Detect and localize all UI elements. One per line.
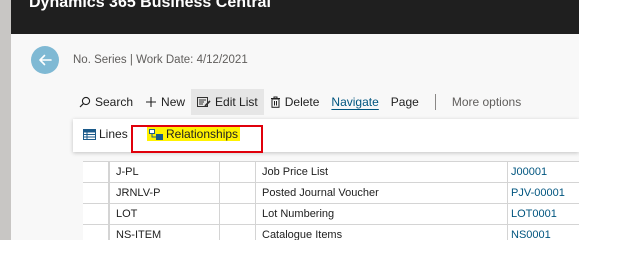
row-selector[interactable] [83, 204, 109, 224]
starting-no-cell[interactable]: PJV-00001 [507, 183, 579, 203]
screenshot: Dynamics 365 Business Central No. Series… [0, 0, 624, 280]
new-label: New [161, 95, 186, 109]
code-cell[interactable]: NS-ITEM [109, 225, 219, 240]
delete-action[interactable]: Delete [264, 89, 326, 115]
lines-label: Lines [99, 127, 128, 141]
edit-list-label: Edit List [215, 95, 258, 109]
search-icon [79, 96, 91, 108]
edit-list-icon [197, 96, 211, 108]
starting-no-cell[interactable]: J00001 [507, 162, 579, 182]
spacer-cell [219, 225, 255, 240]
page-content: No. Series | Work Date: 4/12/2021 Search… [11, 34, 579, 240]
action-bar-divider [434, 94, 436, 110]
screenshot-bottom-margin [0, 240, 624, 280]
lines-icon [83, 128, 96, 140]
table-row[interactable]: J-PL Job Price List J00001 [83, 162, 579, 183]
edit-list-action[interactable]: Edit List [191, 89, 264, 115]
window-left-edge [0, 0, 11, 240]
relationships-label: Relationships [166, 127, 239, 141]
delete-label: Delete [284, 95, 320, 109]
spacer-cell [219, 162, 255, 182]
description-cell[interactable]: Catalogue Items [255, 225, 507, 240]
description-cell[interactable]: Lot Numbering [255, 204, 507, 224]
row-selector[interactable] [83, 183, 109, 203]
code-cell[interactable]: LOT [109, 204, 219, 224]
spacer-cell [219, 183, 255, 203]
starting-no-cell[interactable]: NS0001 [507, 225, 579, 240]
app-title: Dynamics 365 Business Central [29, 0, 271, 11]
description-cell[interactable]: Posted Journal Voucher [255, 183, 507, 203]
page-breadcrumb: No. Series | Work Date: 4/12/2021 [73, 54, 248, 66]
table-row[interactable]: JRNLV-P Posted Journal Voucher PJV-00001 [83, 183, 579, 204]
new-action[interactable]: New [139, 89, 191, 115]
page-tab[interactable]: Page [385, 89, 425, 115]
plus-icon [145, 96, 157, 108]
search-label: Search [95, 95, 134, 109]
table-row[interactable]: LOT Lot Numbering LOT0001 [83, 204, 579, 225]
lines-menu-item[interactable]: Lines [83, 127, 128, 141]
navigate-tab[interactable]: Navigate [325, 89, 384, 115]
arrow-left-icon [39, 54, 52, 66]
code-cell[interactable]: J-PL [109, 162, 219, 182]
code-cell[interactable]: JRNLV-P [109, 183, 219, 203]
back-button[interactable] [31, 46, 59, 74]
navigate-dropdown: Lines Relationships [73, 119, 579, 152]
app-header: Dynamics 365 Business Central [11, 0, 579, 34]
relationships-menu-item[interactable]: Relationships [147, 127, 241, 141]
description-cell[interactable]: Job Price List [255, 162, 507, 182]
action-bar: Search New Edit List Delete Navigate Pag… [73, 89, 527, 115]
spacer-cell [219, 204, 255, 224]
table-row[interactable]: NS-ITEM Catalogue Items NS0001 [83, 225, 579, 240]
starting-no-cell[interactable]: LOT0001 [507, 204, 579, 224]
more-options-button[interactable]: More options [446, 89, 527, 115]
row-selector[interactable] [83, 225, 109, 240]
row-selector[interactable] [83, 162, 109, 182]
search-action[interactable]: Search [73, 89, 139, 115]
relationships-icon [149, 128, 163, 140]
trash-icon [270, 96, 281, 108]
